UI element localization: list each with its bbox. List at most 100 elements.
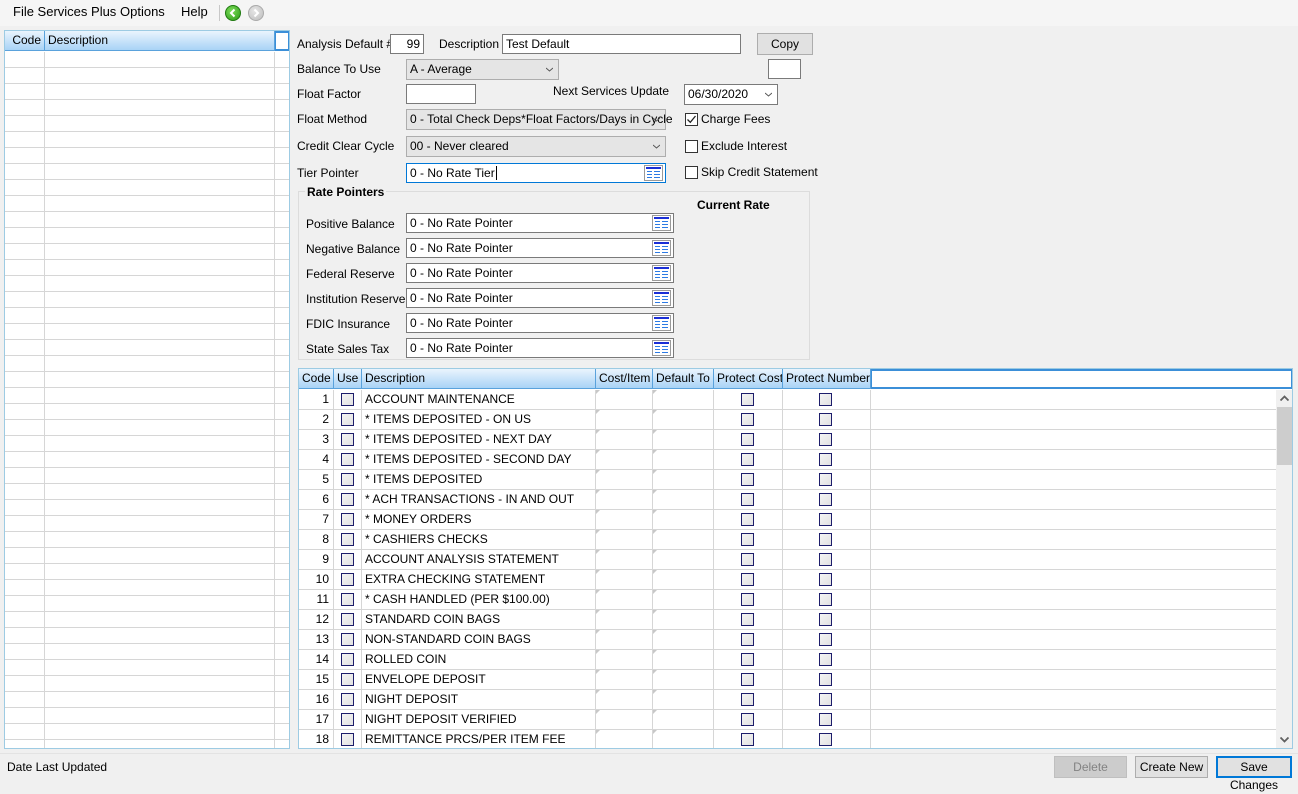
service-protect-number-cell[interactable] [783,610,871,629]
service-protect-number-cell[interactable] [783,550,871,569]
service-use-cell[interactable] [334,490,362,509]
service-default-to[interactable] [653,410,714,429]
left-grid-cell-code[interactable] [5,212,45,227]
left-grid-cell-description[interactable] [45,52,275,67]
service-row[interactable]: 11 * CASH HANDLED (PER $100.00) [299,590,1276,610]
left-grid-cell-description[interactable] [45,84,275,99]
service-use-cell[interactable] [334,710,362,729]
service-default-to[interactable] [653,490,714,509]
left-grid-row[interactable] [5,164,289,180]
service-protect-number-cell[interactable] [783,670,871,689]
left-grid-cell-description[interactable] [45,436,275,451]
service-row[interactable]: 7 * MONEY ORDERS [299,510,1276,530]
left-grid-cell-description[interactable] [45,532,275,547]
left-grid-row[interactable] [5,452,289,468]
protect-cost-checkbox[interactable] [741,613,754,626]
left-grid-cell-code[interactable] [5,596,45,611]
copy-from-field[interactable] [768,59,801,79]
left-grid-cell-code[interactable] [5,468,45,483]
left-grid-cell-description[interactable] [45,164,275,179]
service-row[interactable]: 15 ENVELOPE DEPOSIT [299,670,1276,690]
protect-number-checkbox[interactable] [819,513,832,526]
protect-cost-checkbox[interactable] [741,693,754,706]
service-protect-cost-cell[interactable] [714,430,783,449]
service-default-to[interactable] [653,690,714,709]
service-use-cell[interactable] [334,690,362,709]
left-grid-row[interactable] [5,388,289,404]
back-arrow-icon[interactable] [225,5,241,21]
service-row[interactable]: 4 * ITEMS DEPOSITED - SECOND DAY [299,450,1276,470]
protect-number-checkbox[interactable] [819,453,832,466]
service-protect-number-cell[interactable] [783,590,871,609]
protect-cost-checkbox[interactable] [741,653,754,666]
service-cost-item[interactable] [596,570,653,589]
use-checkbox[interactable] [341,713,354,726]
left-grid-cell-description[interactable] [45,564,275,579]
scroll-up-arrow-icon[interactable] [1280,395,1289,401]
left-grid-cell-description[interactable] [45,612,275,627]
lookup-table-icon[interactable] [652,290,671,306]
service-default-to[interactable] [653,470,714,489]
service-use-cell[interactable] [334,390,362,409]
left-grid-cell-description[interactable] [45,228,275,243]
left-grid-row[interactable] [5,724,289,740]
service-cost-item[interactable] [596,430,653,449]
protect-cost-checkbox[interactable] [741,433,754,446]
left-grid-row[interactable] [5,260,289,276]
next-services-update-date-picker[interactable]: 06/30/2020 [684,84,778,105]
service-use-cell[interactable] [334,530,362,549]
service-use-cell[interactable] [334,630,362,649]
charge-fees-checkbox-row[interactable]: Charge Fees [685,112,815,128]
service-default-to[interactable] [653,570,714,589]
service-default-to[interactable] [653,510,714,529]
left-grid-row[interactable] [5,532,289,548]
service-protect-cost-cell[interactable] [714,470,783,489]
scrollbar-thumb[interactable] [1277,407,1292,465]
left-grid-row[interactable] [5,676,289,692]
left-grid-cell-description[interactable] [45,244,275,259]
left-grid-row[interactable] [5,52,289,68]
service-protect-cost-cell[interactable] [714,570,783,589]
left-grid-cell-description[interactable] [45,372,275,387]
service-default-to[interactable] [653,650,714,669]
left-grid-cell-code[interactable] [5,516,45,531]
lookup-table-icon[interactable] [652,240,671,256]
column-header-protect-cost[interactable]: Protect Cost [714,369,783,388]
service-protect-cost-cell[interactable] [714,650,783,669]
service-cost-item[interactable] [596,730,653,748]
left-grid-cell-description[interactable] [45,100,275,115]
charge-fees-checkbox[interactable] [685,113,698,126]
menu-help[interactable]: Help [181,4,208,19]
left-grid-cell-description[interactable] [45,660,275,675]
left-grid-cell-code[interactable] [5,532,45,547]
use-checkbox[interactable] [341,613,354,626]
left-grid-row[interactable] [5,244,289,260]
left-grid-row[interactable] [5,692,289,708]
service-protect-number-cell[interactable] [783,510,871,529]
use-checkbox[interactable] [341,733,354,746]
left-grid-cell-code[interactable] [5,260,45,275]
service-cost-item[interactable] [596,590,653,609]
left-grid-row[interactable] [5,468,289,484]
protect-number-checkbox[interactable] [819,533,832,546]
left-grid-cell-code[interactable] [5,500,45,515]
copy-from-button[interactable]: Copy From [757,33,813,71]
use-checkbox[interactable] [341,653,354,666]
service-cost-item[interactable] [596,450,653,469]
protect-cost-checkbox[interactable] [741,453,754,466]
protect-number-checkbox[interactable] [819,633,832,646]
service-default-to[interactable] [653,590,714,609]
use-checkbox[interactable] [341,433,354,446]
service-default-to[interactable] [653,450,714,469]
lookup-table-icon[interactable] [652,315,671,331]
left-grid-cell-code[interactable] [5,644,45,659]
left-grid-cell-description[interactable] [45,260,275,275]
left-grid-row[interactable] [5,212,289,228]
use-checkbox[interactable] [341,513,354,526]
service-use-cell[interactable] [334,610,362,629]
left-grid-row[interactable] [5,404,289,420]
exclude-interest-checkbox-row[interactable]: Exclude Interest [685,139,815,155]
left-grid-row[interactable] [5,500,289,516]
protect-cost-checkbox[interactable] [741,593,754,606]
use-checkbox[interactable] [341,633,354,646]
